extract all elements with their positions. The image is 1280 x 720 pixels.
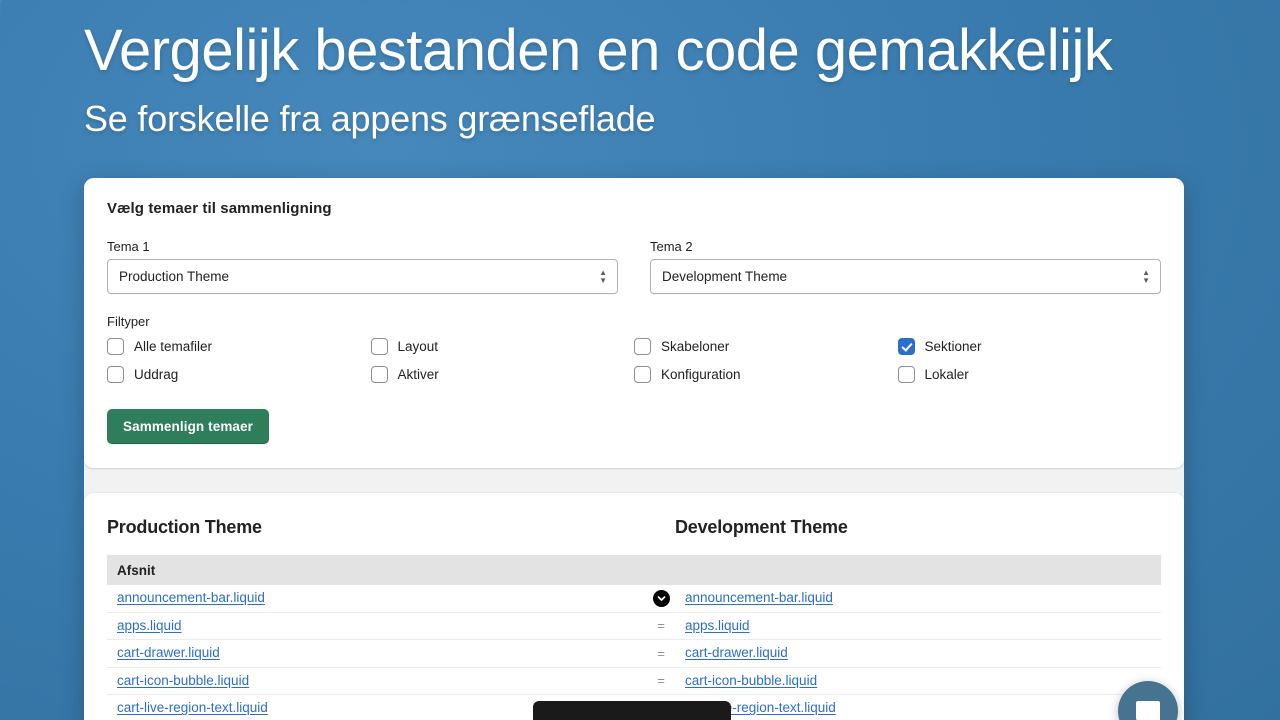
filter-checkbox-6[interactable]: Konfiguration bbox=[634, 366, 898, 383]
column-b-title: Development Theme bbox=[675, 517, 848, 537]
column-status-title bbox=[647, 517, 675, 538]
filter-checkbox-label: Sektioner bbox=[924, 339, 982, 354]
file-link-right[interactable]: apps.liquid bbox=[685, 618, 750, 633]
file-cell-left: apps.liquid bbox=[117, 617, 647, 635]
file-diff-list: announcement-bar.liquid announcement-bar.… bbox=[107, 585, 1161, 720]
file-link-left[interactable]: cart-drawer.liquid bbox=[117, 645, 220, 660]
filter-checkbox-2[interactable]: Skabeloner bbox=[634, 338, 898, 355]
filter-checkbox-5[interactable]: Aktiver bbox=[370, 366, 635, 383]
filter-checkbox-label: Layout bbox=[397, 339, 439, 354]
equals-glyph: = bbox=[657, 618, 665, 634]
file-link-right[interactable]: cart-icon-bubble.liquid bbox=[685, 673, 817, 688]
file-link-left[interactable]: apps.liquid bbox=[117, 618, 182, 633]
chat-glyph bbox=[1136, 701, 1160, 720]
file-cell-left: cart-icon-bubble.liquid bbox=[117, 672, 647, 690]
results-column-headers: Production Theme Development Theme bbox=[107, 517, 1161, 538]
chevron-updown-icon: ▲ ▼ bbox=[1142, 267, 1150, 285]
theme2-selected-value: Development Theme bbox=[662, 269, 788, 284]
file-cell-right: apps.liquid bbox=[675, 617, 1161, 635]
app-window: Vælg temaer til sammenligning Tema 1 Pro… bbox=[84, 178, 1184, 720]
group-header-sections: Afsnit bbox=[107, 555, 1161, 585]
checkbox-icon[interactable] bbox=[107, 338, 124, 355]
file-link-left[interactable]: cart-live-region-text.liquid bbox=[117, 700, 268, 715]
file-link-left[interactable]: announcement-bar.liquid bbox=[117, 590, 265, 605]
checkbox-checked-icon[interactable] bbox=[897, 338, 915, 355]
page-subtitle: Se forskelle fra appens grænseflade bbox=[84, 98, 656, 139]
chevron-updown-icon: ▲ ▼ bbox=[599, 267, 607, 285]
page-title: Vergelijk bestanden en code gemakkelijk bbox=[84, 18, 1113, 83]
card-title: Vælg temaer til sammenligning bbox=[107, 200, 332, 217]
checkbox-icon[interactable] bbox=[370, 366, 388, 383]
checkbox-icon[interactable] bbox=[897, 366, 915, 383]
table-row: cart-drawer.liquid = cart-drawer.liquid bbox=[107, 640, 1161, 668]
theme1-select[interactable]: Production Theme ▲ ▼ bbox=[107, 259, 618, 294]
filter-checkbox-label: Skabeloner bbox=[661, 339, 730, 354]
file-cell-right: cart-icon-bubble.liquid bbox=[675, 672, 1161, 690]
theme1-label: Tema 1 bbox=[107, 239, 150, 254]
theme2-select[interactable]: Development Theme ▲ ▼ bbox=[650, 259, 1161, 294]
theme1-selected-value: Production Theme bbox=[119, 269, 230, 284]
column-a-title: Production Theme bbox=[107, 517, 262, 537]
status-equal-icon: = bbox=[647, 618, 675, 633]
filter-checkbox-3[interactable]: Sektioner bbox=[897, 338, 1162, 355]
filter-checkbox-0[interactable]: Alle temafiler bbox=[107, 338, 371, 355]
hero-banner: Vergelijk bestanden en code gemakkelijk … bbox=[84, 22, 1204, 137]
filter-checkbox-grid: Alle temafiler Layout Skabeloner Sektioner U… bbox=[107, 338, 1161, 383]
filter-checkbox-label: Konfiguration bbox=[661, 367, 741, 382]
theme2-label: Tema 2 bbox=[650, 239, 693, 254]
theme-selection-card: Vælg temaer til sammenligning Tema 1 Pro… bbox=[84, 178, 1184, 468]
filter-checkbox-7[interactable]: Lokaler bbox=[897, 366, 1162, 383]
table-row: apps.liquid = apps.liquid bbox=[107, 613, 1161, 640]
file-cell-right: cart-live-region-text.liquid bbox=[675, 699, 1161, 717]
checkbox-icon[interactable] bbox=[370, 338, 388, 355]
theme1-field: Tema 1 Production Theme ▲ ▼ bbox=[107, 239, 618, 294]
checkbox-icon[interactable] bbox=[634, 366, 651, 383]
chevron-down-circle-icon bbox=[647, 589, 675, 607]
filter-checkbox-label: Lokaler bbox=[924, 367, 969, 382]
tooltip bbox=[533, 701, 731, 720]
filter-checkbox-label: Aktiver bbox=[397, 367, 439, 382]
file-link-right[interactable]: announcement-bar.liquid bbox=[685, 590, 833, 605]
table-row: cart-icon-bubble.liquid = cart-icon-bubble… bbox=[107, 668, 1161, 695]
file-cell-right: announcement-bar.liquid bbox=[675, 589, 1161, 607]
checkbox-icon[interactable] bbox=[107, 366, 124, 383]
filter-checkbox-4[interactable]: Uddrag bbox=[107, 366, 371, 383]
filter-checkbox-label: Alle temafiler bbox=[134, 339, 213, 354]
checkbox-icon[interactable] bbox=[634, 338, 651, 355]
comparison-results-card: Production Theme Development Theme Afsni… bbox=[84, 493, 1184, 720]
status-equal-icon: = bbox=[647, 646, 675, 661]
equals-glyph: = bbox=[657, 673, 665, 689]
status-equal-icon: = bbox=[647, 673, 675, 688]
equals-glyph: = bbox=[657, 645, 665, 661]
filter-types-label: Filtyper bbox=[107, 314, 150, 329]
compare-themes-button[interactable]: Sammenlign temaer bbox=[107, 409, 269, 444]
theme-select-row: Tema 1 Production Theme ▲ ▼ Tema 2 Develo… bbox=[107, 239, 1161, 294]
file-cell-right: cart-drawer.liquid bbox=[675, 644, 1161, 662]
theme2-field: Tema 2 Development Theme ▲ ▼ bbox=[650, 239, 1161, 294]
file-link-right[interactable]: cart-drawer.liquid bbox=[685, 645, 788, 660]
file-link-left[interactable]: cart-icon-bubble.liquid bbox=[117, 673, 249, 688]
filter-checkbox-label: Uddrag bbox=[134, 367, 179, 382]
table-row: announcement-bar.liquid announcement-bar.… bbox=[107, 585, 1161, 613]
file-cell-left: cart-drawer.liquid bbox=[117, 644, 647, 662]
filter-checkbox-1[interactable]: Layout bbox=[370, 338, 635, 355]
file-cell-left: announcement-bar.liquid bbox=[117, 589, 647, 607]
chevron-down-icon[interactable] bbox=[652, 589, 670, 607]
